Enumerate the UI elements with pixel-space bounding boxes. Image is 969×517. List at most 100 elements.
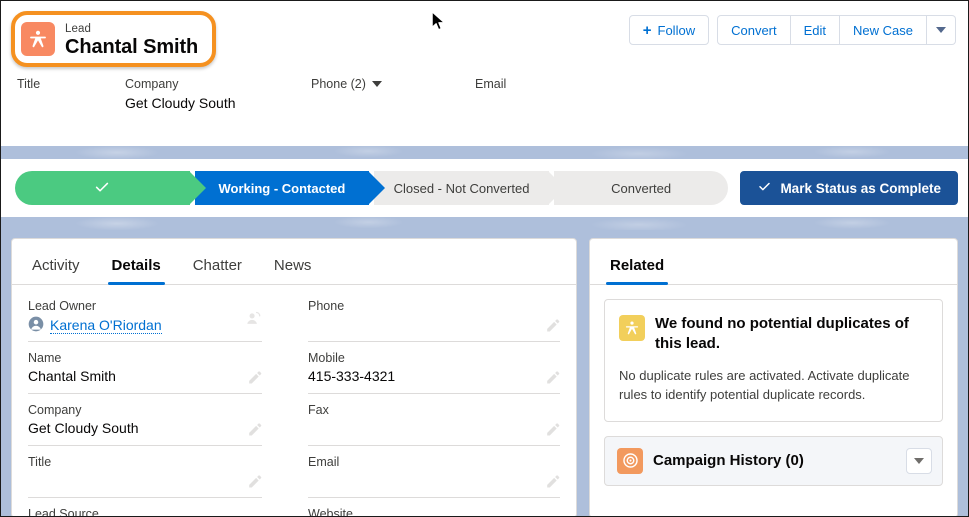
chevron-down-icon[interactable]: [372, 81, 382, 87]
lead-duplicate-icon: [619, 315, 645, 341]
related-tabs: Related: [590, 239, 957, 285]
highlight-value: [475, 95, 615, 113]
path-step-working-contacted[interactable]: Working - Contacted: [195, 171, 370, 205]
follow-button-label: Follow: [658, 23, 696, 38]
more-actions-button[interactable]: [927, 15, 956, 45]
highlight-label: Company: [125, 77, 311, 91]
field-label: Email: [308, 455, 560, 469]
path-step-label: Working - Contacted: [218, 181, 345, 196]
details-column-left: Lead Owner Karena O'Riordan: [28, 299, 294, 517]
path-steps: Working - Contacted Closed - Not Convert…: [15, 171, 728, 205]
field-label: Lead Owner: [28, 299, 262, 313]
page-background-band-middle: [1, 217, 968, 230]
field-label: Mobile: [308, 351, 560, 365]
path-step-label: Converted: [611, 181, 671, 196]
tab-news[interactable]: News: [258, 257, 328, 284]
duplicate-check-card: We found no potential duplicates of this…: [604, 299, 943, 422]
tab-activity[interactable]: Activity: [16, 257, 96, 284]
field-phone: Phone: [308, 299, 560, 342]
pencil-icon[interactable]: [545, 422, 560, 437]
field-label: Website: [308, 507, 560, 517]
highlight-field-phone[interactable]: Phone (2): [311, 77, 475, 113]
record-title-focused[interactable]: Lead Chantal Smith: [11, 11, 216, 67]
convert-button[interactable]: Convert: [717, 15, 791, 45]
tab-details[interactable]: Details: [96, 257, 177, 284]
record-tabs: Activity Details Chatter News: [12, 239, 576, 285]
field-value: Karena O'Riordan: [28, 316, 262, 335]
path-step-closed-not-converted[interactable]: Closed - Not Converted: [374, 171, 549, 205]
field-label: Phone: [308, 299, 560, 313]
highlight-value: Get Cloudy South: [125, 95, 311, 113]
field-value: Get Cloudy South: [28, 420, 262, 439]
path-step-label: Closed - Not Converted: [394, 181, 530, 196]
field-title: Title: [28, 455, 262, 498]
field-lead-source: Lead Source: [28, 507, 262, 517]
path-step-completed[interactable]: [15, 171, 190, 205]
tab-chatter[interactable]: Chatter: [177, 257, 258, 284]
campaign-history-title: Campaign History (0): [653, 452, 896, 469]
highlight-field-title: Title: [17, 77, 125, 113]
field-lead-owner: Lead Owner Karena O'Riordan: [28, 299, 262, 342]
pencil-icon[interactable]: [247, 422, 262, 437]
field-value: [308, 472, 560, 491]
highlights-fields: Title Company Get Cloudy South Phone (2)…: [1, 63, 968, 113]
highlight-label: Phone (2): [311, 77, 366, 91]
duplicate-card-body: No duplicate rules are activated. Activa…: [619, 366, 928, 405]
highlight-field-company: Company Get Cloudy South: [125, 77, 311, 113]
pencil-icon[interactable]: [545, 318, 560, 333]
record-actions: + Follow Convert Edit New Case: [629, 15, 956, 45]
field-fax: Fax: [308, 403, 560, 446]
campaign-history-menu-button[interactable]: [906, 448, 932, 474]
change-owner-icon[interactable]: [245, 310, 262, 327]
campaign-history-header: Campaign History (0): [605, 437, 942, 485]
field-value: Chantal Smith: [28, 368, 262, 387]
chevron-down-icon: [914, 458, 924, 464]
page-background-band-top: [1, 146, 968, 159]
pencil-icon[interactable]: [247, 474, 262, 489]
mark-status-complete-button[interactable]: Mark Status as Complete: [740, 171, 958, 205]
highlights-panel: Lead Chantal Smith + Follow Convert Edit…: [1, 1, 968, 146]
new-case-button[interactable]: New Case: [840, 15, 927, 45]
mark-status-complete-label: Mark Status as Complete: [780, 181, 941, 196]
highlight-label: Title: [17, 77, 125, 91]
salesforce-lead-record-page: Lead Chantal Smith + Follow Convert Edit…: [0, 0, 969, 517]
field-value: 415-333-4321: [308, 368, 560, 387]
related-card: Related We found no potential duplicates…: [589, 238, 958, 517]
record-object-type: Lead: [65, 23, 91, 35]
edit-button[interactable]: Edit: [791, 15, 840, 45]
tab-related[interactable]: Related: [594, 257, 680, 284]
field-website: Website: [308, 507, 560, 517]
highlight-label: Email: [475, 77, 615, 91]
page-body: Activity Details Chatter News Lead Owner: [1, 230, 968, 517]
lead-person-icon: [21, 22, 55, 56]
field-company: Company Get Cloudy South: [28, 403, 262, 446]
details-fields: Lead Owner Karena O'Riordan: [12, 285, 576, 517]
action-button-group: Convert Edit New Case: [717, 15, 956, 45]
sales-path: Working - Contacted Closed - Not Convert…: [1, 159, 968, 217]
path-step-converted[interactable]: Converted: [554, 171, 729, 205]
field-name: Name Chantal Smith: [28, 351, 262, 394]
pencil-icon[interactable]: [247, 370, 262, 385]
pencil-icon[interactable]: [545, 474, 560, 489]
avatar: [28, 316, 44, 335]
field-mobile: Mobile 415-333-4321: [308, 351, 560, 394]
check-icon: [93, 178, 111, 199]
pencil-icon[interactable]: [545, 370, 560, 385]
record-header: Lead Chantal Smith + Follow Convert Edit…: [1, 1, 968, 63]
field-email: Email: [308, 455, 560, 498]
details-column-right: Phone Mobile 415-333-4321: [294, 299, 560, 517]
check-icon: [757, 179, 772, 197]
field-label: Lead Source: [28, 507, 262, 517]
campaign-history-card: Campaign History (0): [604, 436, 943, 486]
campaign-target-icon: [617, 448, 643, 474]
duplicate-card-header: We found no potential duplicates of this…: [619, 314, 928, 354]
highlight-field-email: Email: [475, 77, 615, 113]
field-value: [28, 472, 262, 491]
highlight-value: [17, 95, 125, 113]
field-label: Fax: [308, 403, 560, 417]
related-content: We found no potential duplicates of this…: [590, 299, 957, 486]
follow-button[interactable]: + Follow: [629, 15, 709, 45]
duplicate-card-title: We found no potential duplicates of this…: [655, 314, 928, 354]
lead-owner-link[interactable]: Karena O'Riordan: [50, 317, 162, 334]
chevron-down-icon: [936, 27, 946, 33]
